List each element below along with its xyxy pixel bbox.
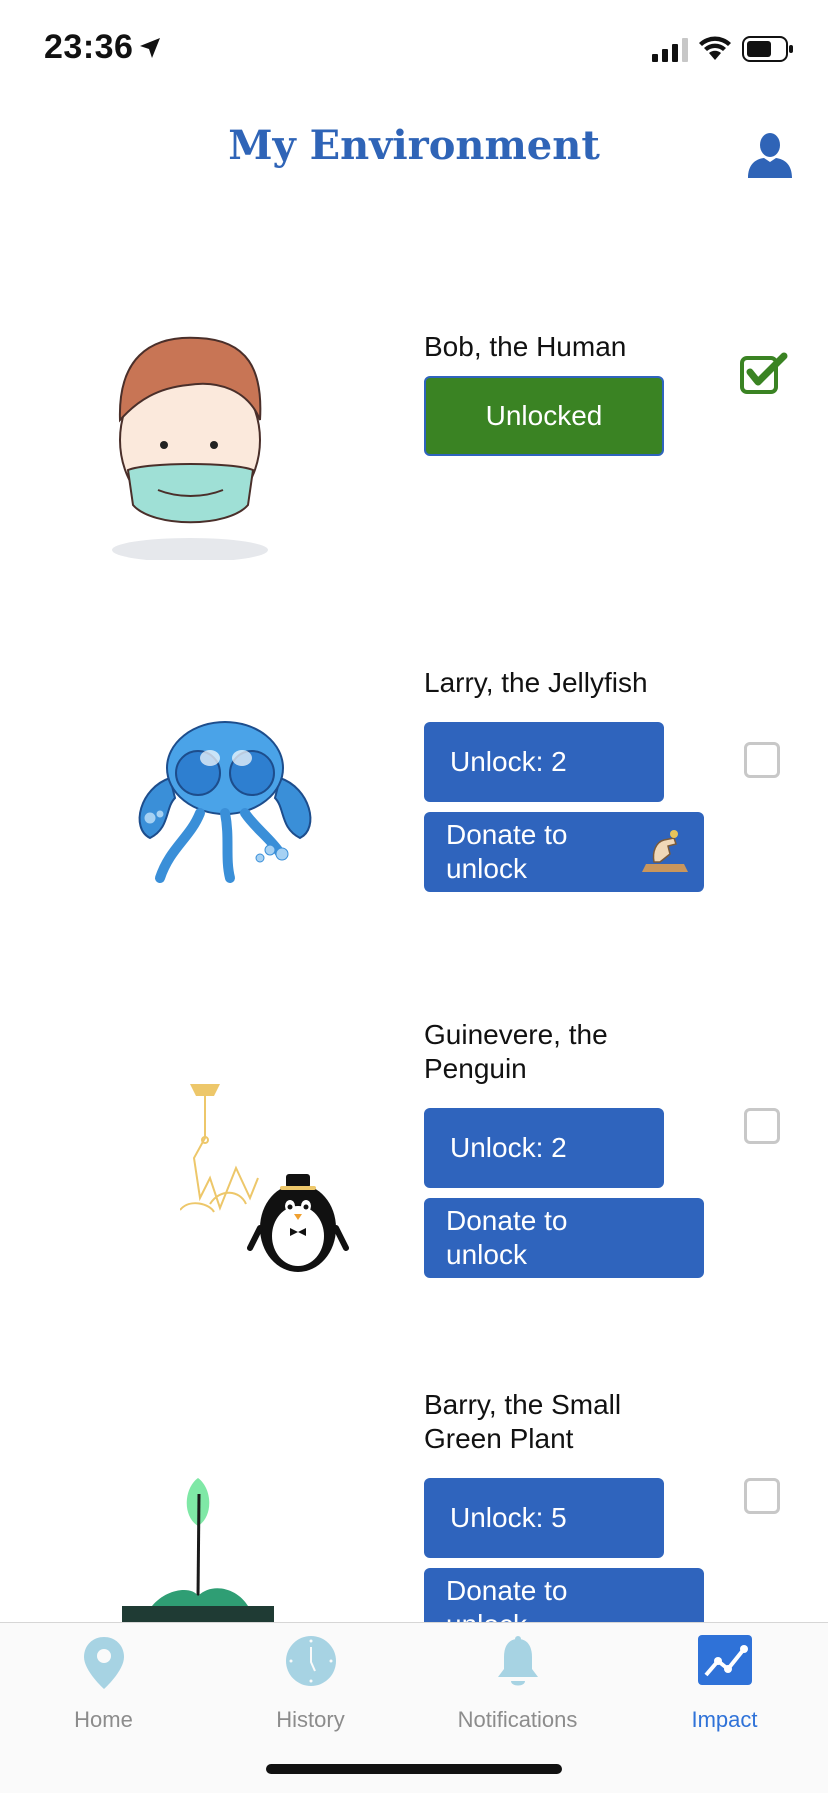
donate-button[interactable]: Donate to unlock: [424, 812, 704, 892]
character-card-bob: Bob, the Human Unlocked: [0, 330, 828, 590]
donate-label: Donate to unlock: [446, 819, 568, 884]
penguin-illustration: [180, 1084, 349, 1272]
tab-label: Notifications: [457, 1707, 578, 1732]
cellular-signal-icon: [652, 38, 688, 62]
checkbox-checked-icon[interactable]: [740, 352, 788, 394]
profile-icon[interactable]: [746, 132, 794, 178]
battery-icon: [742, 36, 793, 62]
donate-label: Donate to unlock: [446, 1575, 568, 1622]
tab-label: Impact: [691, 1707, 758, 1732]
character-list[interactable]: Bob, the Human Unlocked Larry, the Jelly…: [0, 250, 828, 1622]
map-pin-icon: [83, 1637, 124, 1689]
wifi-icon: [699, 36, 731, 60]
unlock-button[interactable]: Unlock: 2: [424, 1108, 664, 1188]
tab-home[interactable]: Home: [0, 1623, 207, 1743]
tab-label: Home: [74, 1707, 133, 1732]
unlocked-button[interactable]: Unlocked: [424, 376, 664, 456]
status-bar: 23:36: [0, 0, 828, 100]
character-name: Larry, the Jellyfish: [424, 667, 648, 698]
jellyfish-illustration: [138, 721, 312, 883]
donate-hand-icon: [642, 830, 688, 872]
checkbox[interactable]: [744, 1478, 780, 1514]
donate-label: Donate to unlock: [446, 1205, 568, 1270]
chart-icon: [697, 1635, 752, 1685]
checkbox[interactable]: [744, 1108, 780, 1144]
character-name: Bob, the Human: [424, 331, 627, 362]
character-name: Guinevere, the Penguin: [424, 1019, 608, 1084]
donate-button[interactable]: Donate to unlock: [424, 1568, 704, 1622]
page-title: My Environment: [228, 122, 600, 169]
plant-illustration: [122, 1478, 274, 1622]
tab-history[interactable]: History: [207, 1623, 414, 1743]
status-time: 23:36: [44, 28, 134, 66]
home-indicator: [266, 1764, 562, 1774]
tab-notifications[interactable]: Notifications: [414, 1623, 621, 1743]
tab-label: History: [276, 1707, 345, 1732]
donate-button[interactable]: Donate to unlock: [424, 1198, 704, 1278]
character-card-larry: Larry, the Jellyfish Unlock: 2 Donate to…: [0, 666, 828, 966]
clock-icon: [285, 1636, 336, 1686]
character-card-guinevere: Guinevere, the Penguin Unlock: 2 Donate …: [0, 1018, 828, 1348]
checkbox[interactable]: [744, 742, 780, 778]
bell-icon: [497, 1636, 538, 1686]
character-name: Barry, the Small Green Plant: [424, 1389, 622, 1454]
human-illustration: [112, 336, 268, 560]
location-arrow-icon: [140, 38, 160, 58]
character-card-barry: Barry, the Small Green Plant Unlock: 5 D…: [0, 1388, 828, 1622]
unlock-button[interactable]: Unlock: 2: [424, 722, 664, 802]
tab-impact[interactable]: Impact: [621, 1623, 828, 1743]
unlock-button[interactable]: Unlock: 5: [424, 1478, 664, 1558]
